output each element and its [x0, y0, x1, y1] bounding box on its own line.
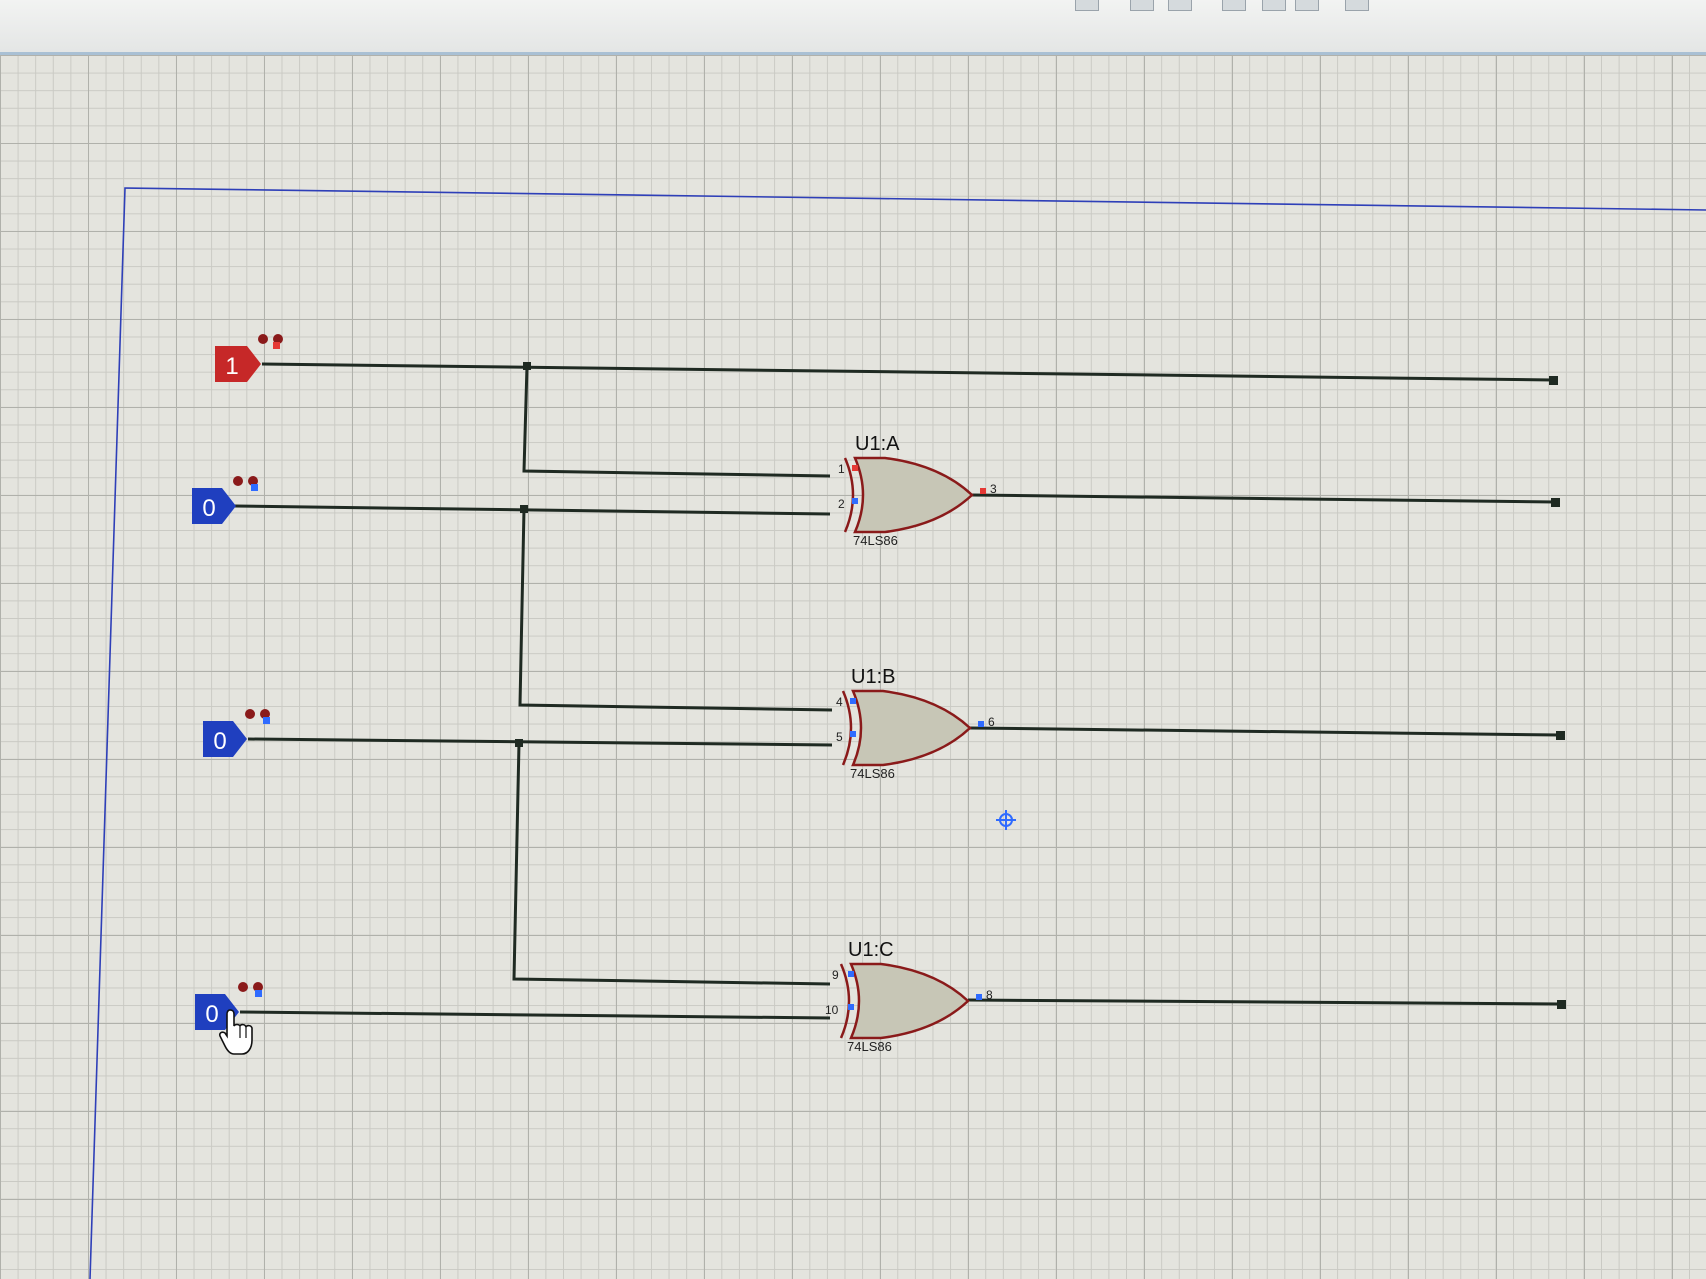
- wire: [234, 504, 831, 516]
- wire: [512, 742, 831, 986]
- output-terminals: [1549, 376, 1566, 1009]
- wire: [969, 726, 1561, 737]
- output-terminal[interactable]: [1551, 498, 1560, 507]
- gate-pin-out: 8: [986, 988, 993, 1002]
- gate-name: U1:A: [855, 433, 900, 455]
- wire: [518, 508, 833, 712]
- logic-input-state: 0: [205, 1001, 218, 1028]
- junction-dot: [523, 362, 531, 370]
- gate-pin-in2: 10: [825, 1003, 839, 1017]
- gate-name: U1:C: [848, 939, 894, 961]
- logic-input-state: 1: [225, 353, 238, 380]
- logic-input-0[interactable]: 1: [215, 334, 283, 382]
- wire: [522, 365, 831, 478]
- logic-input-2[interactable]: 0: [203, 709, 270, 757]
- gate-pin-out: 3: [990, 482, 997, 496]
- logic-input-state: 0: [202, 495, 215, 522]
- xor-gate-u1b[interactable]: U1:B 74LS86 4 5 6: [836, 666, 995, 781]
- wire: [967, 998, 1562, 1006]
- wire: [239, 1010, 831, 1020]
- gate-pin-out: 6: [988, 715, 995, 729]
- output-terminal[interactable]: [1549, 376, 1558, 385]
- crosshair-icon: [996, 810, 1016, 830]
- wire: [261, 362, 1554, 382]
- gate-part: 74LS86: [847, 1039, 892, 1054]
- gate-name: U1:B: [851, 666, 895, 688]
- output-terminal[interactable]: [1557, 1000, 1566, 1009]
- logic-input-state: 0: [213, 728, 226, 755]
- gate-pin-in1: 1: [838, 462, 845, 476]
- xor-gate-u1a[interactable]: U1:A 74LS86 1 2 3: [838, 433, 997, 548]
- gate-pin-in2: 5: [836, 730, 843, 744]
- gate-part: 74LS86: [850, 766, 895, 781]
- output-terminal[interactable]: [1556, 731, 1565, 740]
- wire: [971, 493, 1556, 504]
- logic-input-1[interactable]: 0: [192, 476, 258, 524]
- gate-pin-in1: 4: [836, 695, 843, 709]
- junction-dot: [515, 739, 523, 747]
- gate-pin-in1: 9: [832, 968, 839, 982]
- schematic-drawing: 1 0 0 0 U1:A 74LS86 1 2 3 U1:B 74LS86 4 …: [89, 187, 1706, 1279]
- gate-part: 74LS86: [853, 533, 898, 548]
- gate-pin-in2: 2: [838, 497, 845, 511]
- wire: [247, 737, 833, 747]
- junction-dot: [520, 505, 528, 513]
- xor-gate-u1c[interactable]: U1:C 74LS86 9 10 8: [825, 939, 993, 1054]
